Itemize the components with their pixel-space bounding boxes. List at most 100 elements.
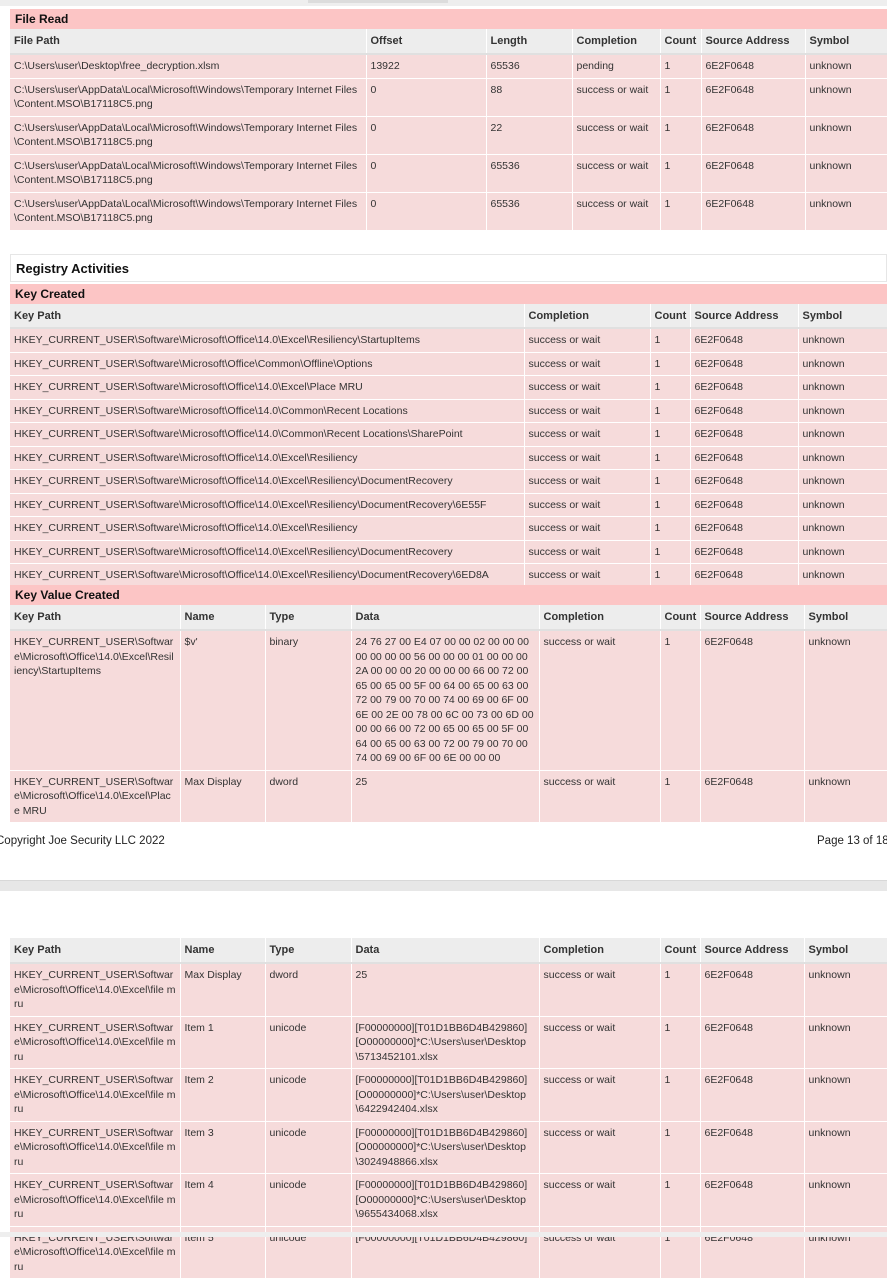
table-cell: success or wait <box>524 328 651 353</box>
table-cell: success or wait <box>539 1173 661 1227</box>
table-cell: unicode <box>265 1173 352 1227</box>
table-cell: 6E2F0648 <box>690 352 799 376</box>
table-cell: 6E2F0648 <box>700 770 805 823</box>
table-cell: 1 <box>660 192 702 231</box>
table-cell: 6E2F0648 <box>690 493 799 517</box>
table-cell: success or wait <box>572 116 661 155</box>
table-cell: HKEY_CURRENT_USER\Software\Microsoft\Off… <box>10 630 181 771</box>
table-row: C:\Users\user\Desktop\free_decryption.xl… <box>10 54 887 79</box>
table-cell: 1 <box>660 116 702 155</box>
table-cell: unknown <box>798 563 887 588</box>
column-header: Symbol <box>804 938 887 964</box>
key-value-created-title: Key Value Created <box>10 585 887 605</box>
table-cell: unknown <box>798 540 887 564</box>
table-cell: dword <box>265 963 352 1017</box>
table-cell: 1 <box>660 1121 701 1174</box>
column-header: Key Path <box>10 938 181 964</box>
table-cell: pending <box>572 54 661 79</box>
key-value-created-header-row: Key Path Name Type Data Completion Count Sourc… <box>10 605 887 631</box>
table-cell: 1 <box>650 446 691 470</box>
table-cell: C:\Users\user\Desktop\free_decryption.xl… <box>10 54 367 79</box>
table-cell: unknown <box>804 1121 887 1174</box>
table-cell: 65536 <box>486 192 573 231</box>
table-cell: 6E2F0648 <box>690 328 799 353</box>
table-cell: success or wait <box>539 770 661 823</box>
top-edge <box>0 0 887 6</box>
table-cell: HKEY_CURRENT_USER\Software\Microsoft\Off… <box>10 422 525 447</box>
table-cell: unicode <box>265 1016 352 1069</box>
table-row: HKEY_CURRENT_USER\Software\Microsoft\Off… <box>10 963 887 1017</box>
column-header: Data <box>351 938 540 964</box>
footer-copyright: Copyright Joe Security LLC 2022 <box>0 835 165 847</box>
table-cell: HKEY_CURRENT_USER\Software\Microsoft\Off… <box>10 770 181 823</box>
table-cell: unknown <box>805 116 887 155</box>
table-cell: success or wait <box>524 516 651 541</box>
column-header: Source Address <box>690 304 799 329</box>
table-row: HKEY_CURRENT_USER\Software\Microsoft\Off… <box>10 1016 887 1069</box>
table-cell: HKEY_CURRENT_USER\Software\Microsoft\Off… <box>10 1016 181 1069</box>
table-cell: HKEY_CURRENT_USER\Software\Microsoft\Off… <box>10 328 525 353</box>
file-read-table: File Path Offset Length Completion Count Sour… <box>10 29 887 231</box>
table-cell: HKEY_CURRENT_USER\Software\Microsoft\Off… <box>10 516 525 541</box>
table-cell: 6E2F0648 <box>690 469 799 494</box>
table-cell: success or wait <box>524 469 651 494</box>
table-cell: Max Display <box>180 770 266 823</box>
table-cell: success or wait <box>524 563 651 588</box>
table-cell: 6E2F0648 <box>701 78 806 117</box>
table-cell: success or wait <box>539 1016 661 1069</box>
table-cell: unknown <box>805 54 887 79</box>
table-cell: 1 <box>650 399 691 423</box>
table-cell: success or wait <box>524 540 651 564</box>
column-header: Length <box>486 29 573 55</box>
table-row: HKEY_CURRENT_USER\Software\Microsoft\Off… <box>10 1121 887 1174</box>
table-cell: 0 <box>366 78 487 117</box>
table-cell: 1 <box>650 540 691 564</box>
table-cell: unknown <box>804 1173 887 1227</box>
continued-header-row: Key Path Name Type Data Completion Count Sourc… <box>10 938 887 964</box>
table-cell: HKEY_CURRENT_USER\Software\Microsoft\Off… <box>10 352 525 376</box>
table-cell: 65536 <box>486 154 573 193</box>
table-row: HKEY_CURRENT_USER\Software\Microsoft\Off… <box>10 770 887 823</box>
column-header: Key Path <box>10 605 181 631</box>
table-cell: C:\Users\user\AppData\Local\Microsoft\Wi… <box>10 154 367 193</box>
table-cell: 25 <box>351 963 540 1017</box>
table-cell: unknown <box>798 446 887 470</box>
table-cell: unknown <box>798 422 887 447</box>
table-row: C:\Users\user\AppData\Local\Microsoft\Wi… <box>10 78 887 117</box>
table-cell: 1 <box>650 493 691 517</box>
table-row: HKEY_CURRENT_USER\Software\Microsoft\Off… <box>10 1173 887 1227</box>
table-cell: unknown <box>804 770 887 823</box>
column-header: File Path <box>10 29 367 55</box>
table-row: HKEY_CURRENT_USER\Software\Microsoft\Off… <box>10 375 887 400</box>
table-row: HKEY_CURRENT_USER\Software\Microsoft\Off… <box>10 399 887 423</box>
table-cell: [F00000000][T01D1BB6D4B429860][O00000000… <box>351 1173 540 1227</box>
column-header: Name <box>180 605 266 631</box>
table-cell: success or wait <box>524 352 651 376</box>
table-cell: HKEY_CURRENT_USER\Software\Microsoft\Off… <box>10 1068 181 1122</box>
table-cell: Item 4 <box>180 1173 266 1227</box>
key-value-created-table: Key Path Name Type Data Completion Count Sourc… <box>10 605 887 823</box>
table-cell: 22 <box>486 116 573 155</box>
table-cell: 1 <box>650 422 691 447</box>
key-value-created-continued-table: Key Path Name Type Data Completion Count Sourc… <box>10 938 887 1279</box>
table-cell: 1 <box>660 963 701 1017</box>
table-cell: success or wait <box>524 422 651 447</box>
key-value-created-body: HKEY_CURRENT_USER\Software\Microsoft\Off… <box>10 630 887 823</box>
table-cell: success or wait <box>539 630 661 771</box>
column-header: Key Path <box>10 304 525 329</box>
table-row: HKEY_CURRENT_USER\Software\Microsoft\Off… <box>10 328 887 353</box>
table-cell: success or wait <box>572 192 661 231</box>
table-cell: 6E2F0648 <box>700 963 805 1017</box>
table-cell: success or wait <box>539 963 661 1017</box>
table-row: HKEY_CURRENT_USER\Software\Microsoft\Off… <box>10 540 887 564</box>
table-cell: C:\Users\user\AppData\Local\Microsoft\Wi… <box>10 78 367 117</box>
table-cell: 6E2F0648 <box>701 54 806 79</box>
table-cell: unknown <box>805 78 887 117</box>
table-cell: unknown <box>798 493 887 517</box>
table-cell: success or wait <box>524 493 651 517</box>
table-cell: 6E2F0648 <box>700 1173 805 1227</box>
table-cell: 88 <box>486 78 573 117</box>
table-cell: 0 <box>366 154 487 193</box>
table-cell: 1 <box>650 516 691 541</box>
table-row: HKEY_CURRENT_USER\Software\Microsoft\Off… <box>10 422 887 447</box>
